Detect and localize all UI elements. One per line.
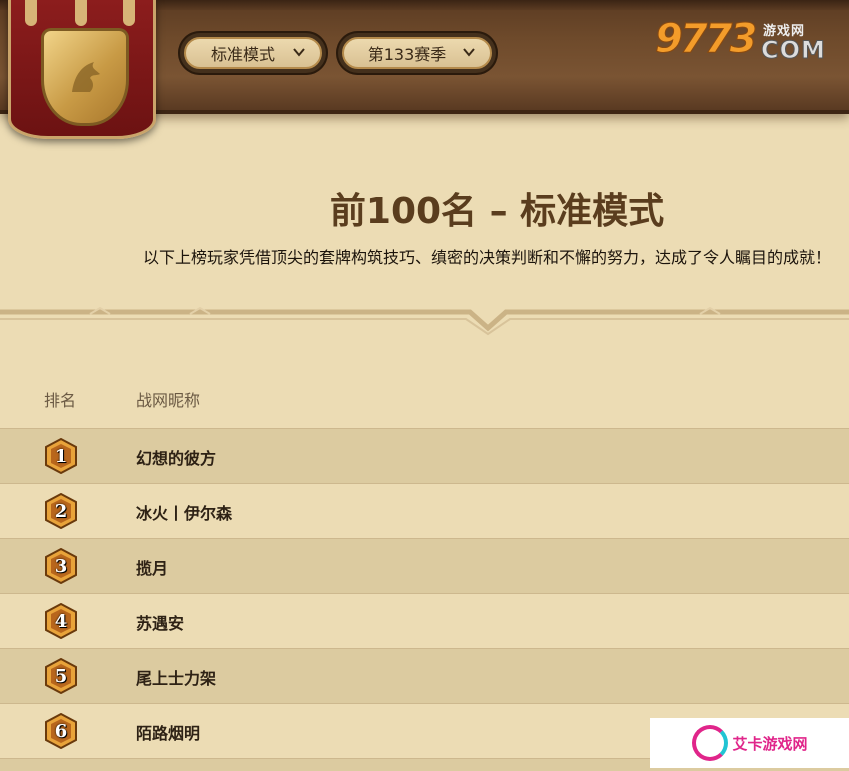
horse-crest-icon [41, 28, 129, 126]
watermark-logo: 艾卡游戏网 [650, 718, 849, 768]
chevron-down-icon [462, 45, 476, 63]
banner-pin [75, 0, 87, 26]
rank-medal-icon: 1 [44, 437, 78, 475]
season-dropdown[interactable]: 第133赛季 [336, 31, 498, 75]
site-logo-suffix: COM [761, 36, 826, 65]
site-logo: 9773 游戏网 COM [654, 16, 833, 66]
rank-number: 1 [54, 445, 68, 467]
page-subtitle: 以下上榜玩家凭借顶尖的套牌构筑技巧、缜密的决策判断和不懈的努力，达成了令人瞩目的… [142, 248, 831, 267]
mode-dropdown[interactable]: 标准模式 [178, 31, 328, 75]
rank-number: 5 [54, 665, 68, 687]
player-name: 尾上士力架 [136, 669, 217, 688]
player-name: 苏遇安 [136, 614, 185, 633]
player-name: 冰火丨伊尔森 [136, 504, 233, 523]
rank-number: 4 [54, 610, 68, 632]
table-row[interactable]: 3 揽月 [0, 538, 849, 593]
rank-medal-icon: 3 [44, 547, 78, 585]
column-header-name: 战网昵称 [136, 391, 201, 410]
table-row[interactable]: 1 幻想的彼方 [0, 428, 849, 483]
banner-pin [25, 0, 37, 26]
chevron-down-icon [292, 45, 306, 63]
table-row[interactable]: 2 冰火丨伊尔森 [0, 483, 849, 538]
table-row[interactable]: 4 苏遇安 [0, 593, 849, 648]
ornament-divider [0, 306, 849, 336]
mode-dropdown-value: 标准模式 [210, 45, 275, 64]
rank-medal-icon: 2 [44, 492, 78, 530]
page-title: 前100名 – 标准模式 [329, 191, 665, 232]
rank-medal-icon: 6 [44, 712, 78, 750]
player-name: 陌路烟明 [136, 724, 201, 743]
rank-medal-icon: 4 [44, 602, 78, 640]
table-header: 排名 战网昵称 [0, 382, 849, 412]
rank-medal-icon: 5 [44, 657, 78, 695]
column-header-rank: 排名 [44, 391, 77, 410]
watermark-text: 艾卡游戏网 [732, 734, 808, 753]
rank-number: 2 [54, 500, 68, 522]
rank-number: 3 [54, 555, 68, 577]
guild-banner [8, 0, 156, 139]
season-dropdown-value: 第133赛季 [367, 45, 447, 64]
player-name: 揽月 [136, 559, 169, 578]
site-logo-digits: 9773 [654, 16, 757, 63]
rank-number: 6 [54, 720, 68, 742]
player-name: 幻想的彼方 [136, 449, 217, 468]
banner-pin [123, 0, 135, 26]
table-row[interactable]: 5 尾上士力架 [0, 648, 849, 703]
watermark-ring-icon [692, 725, 729, 761]
